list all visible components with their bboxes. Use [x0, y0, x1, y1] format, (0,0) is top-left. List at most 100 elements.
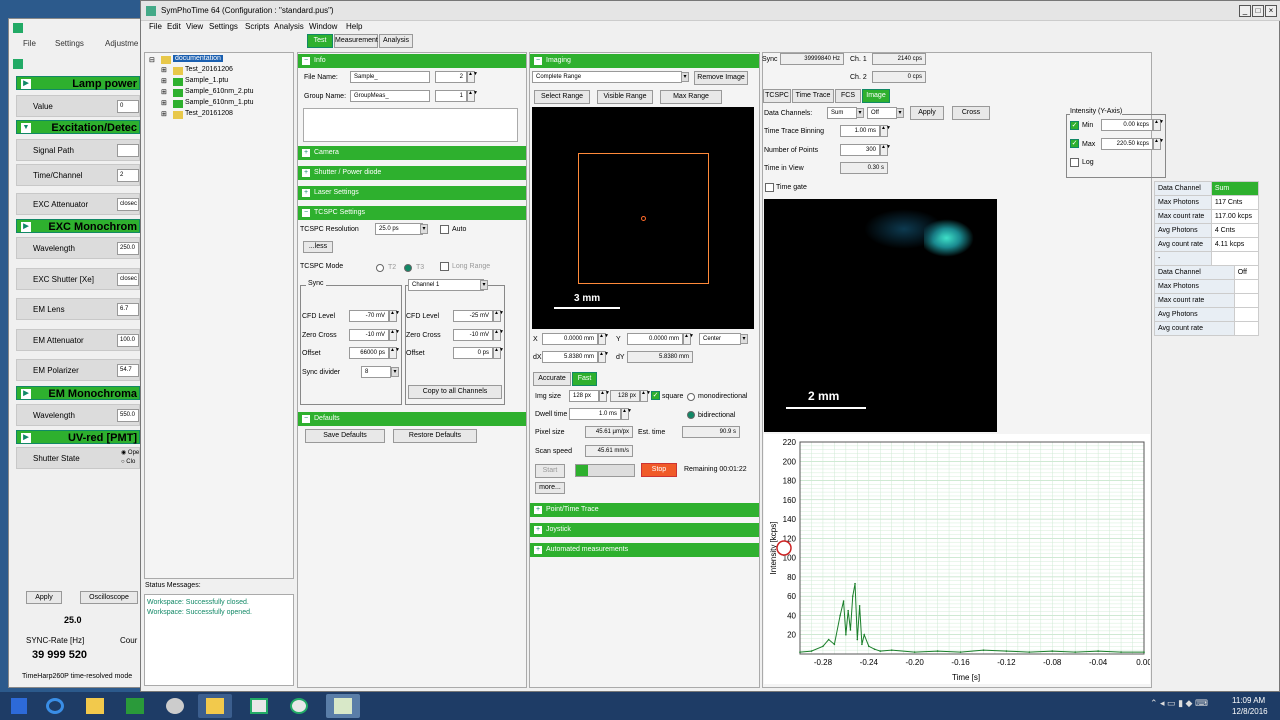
laser-header[interactable]: + Laser Settings: [298, 186, 526, 200]
menu-view[interactable]: View: [186, 22, 203, 31]
info-header[interactable]: − Info: [298, 54, 526, 68]
param-value[interactable]: closec: [117, 273, 139, 286]
spinner[interactable]: ▲▼: [640, 390, 651, 402]
auto-checkbox[interactable]: [440, 225, 449, 234]
close-icon[interactable]: ×: [1265, 5, 1277, 17]
tab-fcs[interactable]: FCS: [835, 89, 861, 103]
param-value[interactable]: 0: [117, 100, 139, 113]
explorer-task[interactable]: [78, 694, 112, 718]
tcspc-resolution-select[interactable]: 25.0 ps: [375, 223, 423, 235]
menu-help[interactable]: Help: [346, 22, 362, 31]
dx-input[interactable]: 5.8380 mm: [542, 351, 598, 363]
section-header[interactable]: ▶ EM Monochroma: [16, 386, 140, 400]
data-channel-2-select[interactable]: Off: [867, 107, 897, 119]
tree-expand[interactable]: ⊞: [161, 77, 167, 85]
expand-icon[interactable]: ▼: [21, 123, 31, 133]
offset-ch-input[interactable]: 0 ps: [453, 347, 493, 359]
menu-scripts[interactable]: Scripts: [245, 22, 269, 31]
x-input[interactable]: 0.0000 mm: [542, 333, 598, 345]
start-button[interactable]: [2, 694, 36, 718]
tree-root-toggle[interactable]: ⊟: [149, 56, 155, 64]
automated-header[interactable]: + Automated measurements: [530, 543, 759, 557]
chevron-down-icon[interactable]: ▾: [856, 108, 864, 118]
shutter-header[interactable]: + Shutter / Power diode: [298, 166, 526, 180]
min-input[interactable]: 0.00 kcps: [1101, 119, 1153, 131]
expand-icon[interactable]: ▶: [21, 389, 31, 399]
tcspc-header[interactable]: − TCSPC Settings: [298, 206, 526, 220]
tree-expand[interactable]: ⊞: [161, 88, 167, 96]
spinner[interactable]: ▲▼: [493, 347, 504, 359]
t3-radio[interactable]: [404, 264, 412, 272]
start-button[interactable]: Start: [535, 464, 565, 478]
tab-measurement[interactable]: Measurement: [334, 34, 378, 48]
spinner[interactable]: ▲▼: [1153, 138, 1164, 150]
spinner[interactable]: ▲▼: [598, 333, 609, 345]
spinner[interactable]: ▲▼: [683, 333, 694, 345]
less-button[interactable]: ...less: [303, 241, 333, 253]
chevron-down-icon[interactable]: ▾: [420, 224, 428, 234]
file-name-input[interactable]: Sample_: [350, 71, 430, 83]
apply-button[interactable]: Apply: [910, 106, 944, 120]
min-checkbox[interactable]: ✓: [1070, 121, 1079, 130]
remove-image-button[interactable]: Remove Image: [694, 71, 748, 85]
menu-file[interactable]: File: [23, 39, 36, 48]
scan-range-view[interactable]: 3 mm: [532, 107, 754, 329]
max-input[interactable]: 220.50 kcps: [1101, 138, 1153, 150]
comment-textarea[interactable]: [303, 108, 518, 142]
menu-settings[interactable]: Settings: [209, 22, 238, 31]
stop-button[interactable]: Stop: [641, 463, 677, 477]
tab-fast[interactable]: Fast: [572, 372, 597, 386]
dwell-input[interactable]: 1.0 ms: [569, 408, 621, 420]
spinner[interactable]: ▲▼: [389, 310, 400, 322]
spinner[interactable]: ▲▼: [493, 329, 504, 341]
channel-select[interactable]: Channel 1: [408, 279, 484, 291]
group-name-input[interactable]: GroupMeas_: [350, 90, 430, 102]
group-number-spinner[interactable]: ▲▼: [467, 90, 478, 102]
ie-task[interactable]: [38, 694, 72, 718]
tray-icons[interactable]: ⌃ ◂ ▭ ▮ ◆ ⌨: [1150, 698, 1220, 712]
mono-radio[interactable]: [687, 393, 695, 401]
visible-range-button[interactable]: Visible Range: [597, 90, 653, 104]
chevron-down-icon[interactable]: ▾: [740, 334, 748, 344]
range-select[interactable]: Complete Range: [532, 71, 682, 83]
shutter-radio[interactable]: ◉ Ope: [121, 449, 139, 456]
y-input[interactable]: 0.0000 mm: [627, 333, 683, 345]
max-range-button[interactable]: Max Range: [660, 90, 722, 104]
imaging-header[interactable]: − Imaging: [530, 54, 759, 68]
binning-input[interactable]: 1.00 ms: [840, 125, 880, 137]
tree-item[interactable]: Sample_610nm_2.ptu: [185, 88, 254, 95]
copy-channels-button[interactable]: Copy to all Channels: [408, 385, 502, 399]
app-task[interactable]: [158, 694, 192, 718]
tab-analysis[interactable]: Analysis: [379, 34, 413, 48]
spinner[interactable]: ▲▼: [389, 329, 400, 341]
cfd-sync-input[interactable]: -70 mV: [349, 310, 389, 322]
minimize-icon[interactable]: _: [1239, 5, 1251, 17]
chevron-down-icon[interactable]: ▾: [391, 367, 399, 377]
param-value[interactable]: 54.7: [117, 364, 139, 377]
store-task[interactable]: [118, 694, 152, 718]
app2-task[interactable]: [282, 694, 316, 718]
param-value[interactable]: 550.0: [117, 409, 139, 422]
spinner[interactable]: ▲▼: [493, 310, 504, 322]
joystick-header[interactable]: + Joystick: [530, 523, 759, 537]
param-value[interactable]: closec: [117, 198, 139, 211]
oscilloscope-button[interactable]: Oscilloscope: [80, 591, 138, 604]
tab-accurate[interactable]: Accurate: [533, 372, 571, 386]
tree-expand[interactable]: ⊞: [161, 110, 167, 118]
spinner[interactable]: ▲▼: [599, 390, 610, 402]
file-number-spinner[interactable]: ▲▼: [467, 71, 478, 83]
folder-task[interactable]: [198, 694, 232, 718]
expand-icon[interactable]: ▶: [21, 79, 31, 89]
cfd-ch-input[interactable]: -25 mV: [453, 310, 493, 322]
spinner[interactable]: ▲▼: [880, 144, 891, 156]
param-value[interactable]: 250.0: [117, 242, 139, 255]
log-checkbox[interactable]: [1070, 158, 1079, 167]
spinner[interactable]: ▲▼: [1153, 119, 1164, 131]
param-value[interactable]: 100.0: [117, 334, 139, 347]
anchor-select[interactable]: Center: [699, 333, 741, 345]
param-value[interactable]: 2: [117, 169, 139, 182]
tree-expand[interactable]: ⊞: [161, 66, 167, 74]
more-button[interactable]: more...: [535, 482, 565, 494]
section-header[interactable]: ▼ Excitation/Detec: [16, 120, 140, 134]
tab-test[interactable]: Test: [307, 34, 333, 48]
